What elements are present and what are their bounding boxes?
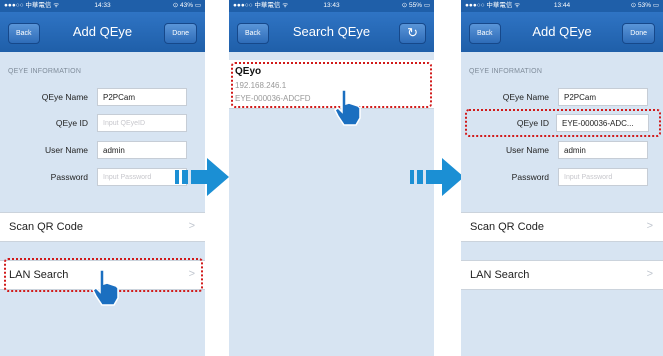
status-bar: ●●●○○ 中華電信 ᯤ 13:43 ⊙ 55% ▭ <box>229 0 434 12</box>
status-bar: ●●●○○ 中華電信 ᯤ 14:33 ⊙ 43% ▭ <box>0 0 205 12</box>
section-header: QEYE INFORMATION <box>469 68 543 75</box>
step-arrow-icon <box>175 158 229 196</box>
qeye-name-field[interactable]: P2PCam <box>97 88 187 106</box>
chevron-right-icon: > <box>646 268 653 280</box>
nav-bar: Back Search QEye ↻ <box>229 12 434 52</box>
password-row: Password Input Password <box>461 167 663 187</box>
password-field[interactable]: Input Password <box>558 168 648 186</box>
chevron-right-icon: > <box>646 220 653 232</box>
scan-qr-code-item[interactable]: Scan QR Code > <box>461 212 663 242</box>
password-label: Password <box>511 172 549 182</box>
highlight-box <box>465 109 661 137</box>
qeye-name-label: QEye Name <box>41 92 88 102</box>
scan-qr-code-label: Scan QR Code <box>9 221 83 233</box>
step-arrow-icon <box>410 158 464 196</box>
scan-qr-code-label: Scan QR Code <box>470 221 544 233</box>
pointer-hand-icon <box>92 269 119 306</box>
scan-qr-code-item[interactable]: Scan QR Code > <box>0 212 205 242</box>
nav-bar: Back Add QEye Done <box>0 12 205 52</box>
user-name-label: User Name <box>45 145 88 155</box>
user-name-field[interactable]: admin <box>558 141 648 159</box>
section-header: QEYE INFORMATION <box>8 68 82 75</box>
user-name-label: User Name <box>506 145 549 155</box>
screen-add-qeye-2: ●●●○○ 中華電信 ᯤ 13:44 ⊙ 53% ▭ Back Add QEye… <box>461 0 663 356</box>
qeye-name-field[interactable]: P2PCam <box>558 88 648 106</box>
chevron-right-icon: > <box>188 220 195 232</box>
qeye-id-field[interactable]: Input QEyeID <box>97 114 187 132</box>
qeye-id-label: QEye ID <box>55 118 88 128</box>
qeye-name-row: QEye Name P2PCam <box>0 87 205 107</box>
user-name-field[interactable]: admin <box>97 141 187 159</box>
password-label: Password <box>50 172 88 182</box>
status-bar: ●●●○○ 中華電信 ᯤ 13:44 ⊙ 53% ▭ <box>461 0 663 12</box>
battery-label: ⊙ 53% ▭ <box>630 2 659 9</box>
done-button[interactable]: Done <box>164 23 197 44</box>
refresh-icon[interactable]: ↻ <box>399 23 426 44</box>
password-field[interactable]: Input Password <box>97 168 187 186</box>
lan-search-item[interactable]: LAN Search > <box>461 260 663 290</box>
battery-label: ⊙ 43% ▭ <box>172 2 201 9</box>
screen-search-qeye: ●●●○○ 中華電信 ᯤ 13:43 ⊙ 55% ▭ Back Search Q… <box>229 0 434 356</box>
pointer-hand-icon <box>334 89 361 126</box>
lan-search-label: LAN Search <box>470 269 530 281</box>
nav-bar: Back Add QEye Done <box>461 12 663 52</box>
qeye-name-row: QEye Name P2PCam <box>461 87 663 107</box>
done-button[interactable]: Done <box>622 23 655 44</box>
user-name-row: User Name admin <box>461 140 663 160</box>
qeye-id-row: QEye ID Input QEyeID <box>0 113 205 133</box>
qeye-name-label: QEye Name <box>502 92 549 102</box>
battery-label: ⊙ 55% ▭ <box>401 2 430 9</box>
